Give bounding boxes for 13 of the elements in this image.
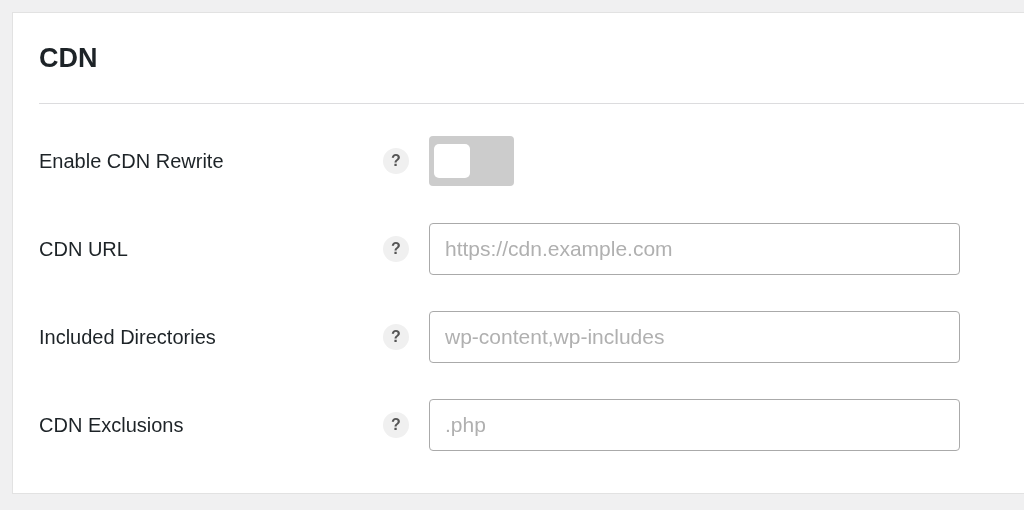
text-field[interactable]: .php (429, 399, 960, 451)
help-icon[interactable]: ? (383, 324, 409, 350)
setting-label: CDN Exclusions (39, 413, 185, 437)
help-icon[interactable]: ? (383, 236, 409, 262)
setting-label: Included Directories (39, 325, 217, 349)
help-icon[interactable]: ? (383, 412, 409, 438)
setting-label: Enable CDN Rewrite (39, 149, 225, 173)
text-field[interactable]: https://cdn.example.com (429, 223, 960, 275)
text-field[interactable]: wp-content,wp-includes (429, 311, 960, 363)
toggle-switch[interactable] (429, 136, 514, 186)
help-icon[interactable]: ? (383, 148, 409, 174)
setting-label: CDN URL (39, 237, 129, 261)
card-title: CDN (39, 41, 98, 75)
